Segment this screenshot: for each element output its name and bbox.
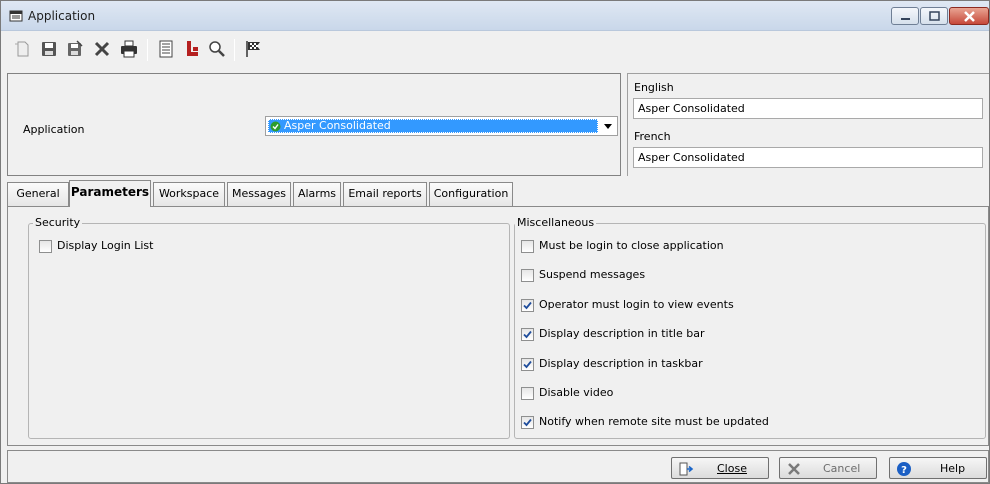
flag-icon[interactable] bbox=[244, 39, 264, 59]
status-ok-icon bbox=[270, 121, 281, 132]
french-field[interactable] bbox=[633, 147, 983, 168]
tab-general[interactable]: General bbox=[7, 182, 69, 206]
checkbox-label: Display description in title bar bbox=[539, 327, 705, 340]
print-icon[interactable] bbox=[119, 39, 139, 59]
display-login-list-checkbox[interactable]: Display Login List bbox=[39, 238, 239, 254]
cancel-button[interactable]: Cancel bbox=[779, 457, 877, 479]
minimize-button[interactable] bbox=[891, 7, 919, 25]
window-title: Application bbox=[28, 9, 96, 23]
save-close-icon[interactable] bbox=[65, 39, 85, 59]
tab-email-reports[interactable]: Email reports bbox=[343, 182, 427, 206]
checkbox-label: Suspend messages bbox=[539, 268, 646, 281]
miscellaneous-group-title: Miscellaneous bbox=[515, 216, 597, 229]
help-icon: ? bbox=[897, 462, 911, 476]
cancel-x-icon bbox=[788, 463, 800, 475]
checkbox-label: Disable video bbox=[539, 386, 614, 399]
search-icon[interactable] bbox=[207, 39, 227, 59]
must-login-to-close-checkbox[interactable]: Must be login to close application bbox=[521, 238, 821, 254]
checkbox-box[interactable] bbox=[521, 240, 534, 253]
tab-messages[interactable]: Messages bbox=[227, 182, 291, 206]
tab-configuration[interactable]: Configuration bbox=[429, 182, 513, 206]
checkbox-label: Notify when remote site must be updated bbox=[539, 415, 769, 428]
checkmark-icon bbox=[523, 418, 532, 427]
save-icon[interactable] bbox=[39, 39, 59, 59]
description-taskbar-checkbox[interactable]: Display description in taskbar bbox=[521, 356, 821, 372]
checkbox-box[interactable] bbox=[521, 358, 534, 371]
new-icon[interactable] bbox=[13, 39, 33, 59]
checkbox-box[interactable] bbox=[521, 299, 534, 312]
close-button[interactable]: Close bbox=[671, 457, 769, 479]
miscellaneous-group: Miscellaneous Must be login to close app… bbox=[514, 216, 986, 439]
french-label: French bbox=[634, 130, 671, 143]
application-select[interactable]: Asper Consolidated bbox=[265, 116, 618, 136]
help-button-label: Help bbox=[940, 462, 966, 475]
tab-parameters[interactable]: Parameters bbox=[69, 180, 151, 207]
delete-icon[interactable] bbox=[92, 39, 112, 59]
exit-door-icon bbox=[679, 462, 694, 476]
checkmark-icon bbox=[523, 360, 532, 369]
toolbar bbox=[1, 31, 989, 67]
chevron-down-icon[interactable] bbox=[604, 124, 612, 129]
application-icon bbox=[9, 9, 23, 23]
checkbox-label: Must be login to close application bbox=[539, 239, 724, 252]
title-bar: Application bbox=[1, 1, 989, 31]
security-group-title: Security bbox=[33, 216, 83, 229]
checkbox-box[interactable] bbox=[521, 416, 534, 429]
tab-alarms[interactable]: Alarms bbox=[293, 182, 341, 206]
cancel-button-label: Cancel bbox=[823, 462, 861, 475]
checkbox-label: Operator must login to view events bbox=[539, 298, 734, 311]
english-field[interactable] bbox=[633, 98, 983, 119]
description-title-bar-checkbox[interactable]: Display description in title bar bbox=[521, 326, 821, 342]
svg-text:?: ? bbox=[901, 465, 907, 476]
help-button[interactable]: ? Help bbox=[889, 457, 987, 479]
application-label: Application bbox=[23, 123, 85, 136]
application-window: Application Application Asper Consolidat… bbox=[0, 0, 990, 484]
maximize-button[interactable] bbox=[920, 7, 948, 25]
operator-must-login-checkbox[interactable]: Operator must login to view events bbox=[521, 297, 821, 313]
notify-remote-site-checkbox[interactable]: Notify when remote site must be updated bbox=[521, 414, 821, 430]
disable-video-checkbox[interactable]: Disable video bbox=[521, 385, 821, 401]
english-label: English bbox=[634, 81, 674, 94]
list-icon[interactable] bbox=[156, 39, 176, 59]
checkmark-icon bbox=[523, 301, 532, 310]
checkbox-box[interactable] bbox=[521, 328, 534, 341]
application-select-value: Asper Consolidated bbox=[268, 119, 598, 133]
parameters-panel: Security Display Login List Miscellaneou… bbox=[7, 206, 989, 446]
checkbox-label: Display description in taskbar bbox=[539, 357, 703, 370]
checkbox-box[interactable] bbox=[521, 387, 534, 400]
checkbox-box[interactable] bbox=[39, 240, 52, 253]
checkbox-box[interactable] bbox=[521, 269, 534, 282]
security-group: Security Display Login List bbox=[28, 216, 510, 439]
links-icon[interactable] bbox=[182, 39, 202, 59]
close-button-label: Close bbox=[717, 462, 747, 475]
close-window-button[interactable] bbox=[949, 7, 989, 25]
suspend-messages-checkbox[interactable]: Suspend messages bbox=[521, 267, 821, 283]
checkmark-icon bbox=[523, 330, 532, 339]
checkbox-label: Display Login List bbox=[57, 239, 154, 252]
tab-workspace[interactable]: Workspace bbox=[153, 182, 225, 206]
